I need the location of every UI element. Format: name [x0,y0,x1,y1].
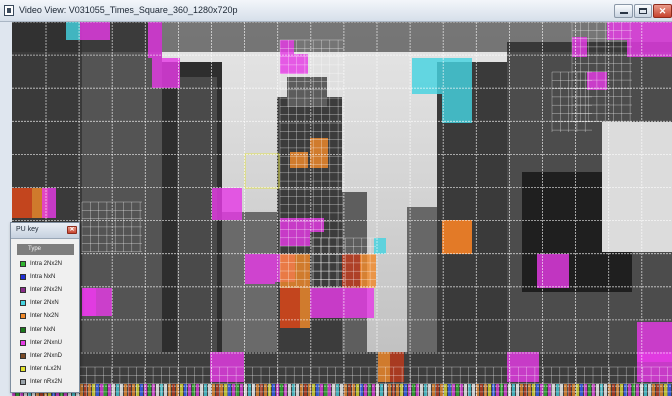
pu-color-swatch [20,287,26,294]
pu-block [82,288,96,316]
title-bar: Video View: V031055_Times_Square_360_128… [0,0,672,22]
pu-block [152,58,180,88]
pu-key-item: Inter 2NxnU [17,338,74,348]
pu-key-item: Inter Nx2N [17,311,74,321]
pu-block [80,22,96,40]
pu-block [212,188,242,206]
pu-key-item: Inter nLx2N [17,364,74,374]
maximize-button[interactable] [634,4,652,18]
pu-key-item-label: Intra NxN [30,274,56,281]
pu-block [245,254,275,284]
pu-color-swatch [20,274,26,281]
pu-block [12,188,32,218]
pu-block [42,188,56,218]
pu-key-item-label: Inter 2NxnU [30,339,63,346]
close-icon: ✕ [658,6,667,16]
pu-key-item-label: Inter 2NxnD [30,352,63,359]
pu-key-item: Intra NxN [17,272,74,282]
pu-color-swatch [20,365,26,372]
pu-color-swatch [20,378,26,385]
pu-key-panel[interactable]: PU key ✕ Type Intra 2Nx2N Intra NxN Inter … [10,222,80,393]
pu-key-item-label: Inter nLx2N [30,365,62,372]
pu-color-swatch [20,300,26,307]
pu-block [442,58,472,93]
pu-block [310,288,342,318]
pu-key-item-label: Inter nRx2N [30,378,63,385]
pu-key-item-label: Inter NxN [30,326,56,333]
pu-key-item-label: Inter 2NxN [30,300,59,307]
pu-color-swatch [20,352,26,359]
pu-block [148,22,162,40]
pu-color-swatch [20,261,26,267]
pu-key-header[interactable]: PU key ✕ [11,223,79,239]
pu-block [627,22,672,57]
pu-block [280,40,294,74]
pu-key-item: Inter 2NxnD [17,351,74,361]
pu-key-close-button[interactable]: ✕ [67,226,77,234]
pu-key-item: Inter 2NxN [17,298,74,308]
pu-key-item: Intra 2Nx2N [17,259,74,269]
pu-color-swatch [20,339,26,346]
window-title: Video View: V031055_Times_Square_360_128… [19,5,238,15]
pu-block [442,93,472,123]
pu-block [96,22,110,40]
pu-block [280,218,310,246]
pu-block [537,254,569,288]
pu-block [66,22,80,40]
video-frame[interactable] [12,22,672,396]
pu-block [374,238,386,254]
pu-key-title: PU key [16,226,39,233]
app-icon [4,5,14,16]
pu-block [280,288,300,328]
pu-block [212,206,242,220]
pu-key-item: Inter NxN [17,325,74,335]
pu-block [310,138,328,168]
pu-block [607,22,627,40]
pu-key-item-label: Inter Nx2N [30,313,59,320]
pu-block [342,288,374,318]
pu-key-item-label: Inter 2Nx2N [30,287,63,294]
pu-block [294,54,308,74]
pu-key-column-header: Type [17,244,74,255]
pu-block [310,218,324,232]
video-frame-image [12,22,672,396]
maximize-icon [639,8,647,14]
close-button[interactable]: ✕ [653,4,672,18]
pu-color-swatch [20,326,26,333]
minimize-icon [620,12,628,14]
pu-key-item: Inter nRx2N [17,377,74,387]
pu-key-item: Inter 2Nx2N [17,285,74,295]
pu-key-item-label: Intra 2Nx2N [30,261,63,267]
pu-color-swatch [20,313,26,320]
pu-block [442,220,472,254]
minimize-button[interactable] [614,4,633,18]
